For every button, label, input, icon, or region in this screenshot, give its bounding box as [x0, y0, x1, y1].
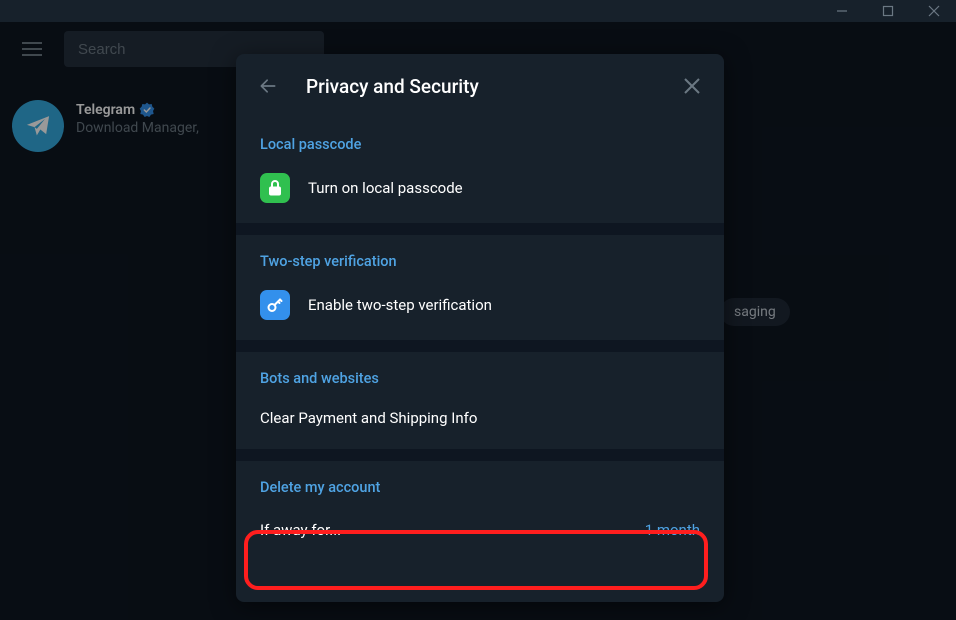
key-icon [260, 290, 290, 320]
row-label: If away for... [260, 521, 645, 539]
row-label: Enable two-step verification [308, 296, 700, 314]
section-title-two-step: Two-step verification [236, 241, 724, 278]
privacy-security-dialog: Privacy and Security Local passcode Turn… [236, 54, 724, 602]
section-two-step: Two-step verification Enable two-step ve… [236, 235, 724, 340]
dialog-body: Local passcode Turn on local passcode Tw… [236, 118, 724, 564]
divider [236, 223, 724, 235]
section-title-local-passcode: Local passcode [236, 124, 724, 161]
divider [236, 449, 724, 461]
window-titlebar [0, 0, 956, 22]
row-if-away-for[interactable]: If away for... 1 month [236, 504, 724, 556]
minimize-button[interactable] [828, 0, 856, 22]
section-bots: Bots and websites Clear Payment and Ship… [236, 352, 724, 449]
back-button[interactable] [252, 70, 284, 102]
row-value: 1 month [645, 521, 700, 539]
section-title-delete: Delete my account [236, 467, 724, 504]
row-enable-two-step[interactable]: Enable two-step verification [236, 278, 724, 332]
close-button[interactable] [676, 70, 708, 102]
row-label: Turn on local passcode [308, 179, 700, 197]
section-title-bots: Bots and websites [236, 358, 724, 395]
divider [236, 340, 724, 352]
dialog-title: Privacy and Security [306, 75, 654, 98]
close-window-button[interactable] [920, 0, 948, 22]
lock-icon [260, 173, 290, 203]
section-local-passcode: Local passcode Turn on local passcode [236, 118, 724, 223]
row-clear-payment[interactable]: Clear Payment and Shipping Info [236, 395, 724, 441]
row-turn-on-passcode[interactable]: Turn on local passcode [236, 161, 724, 215]
dialog-header: Privacy and Security [236, 54, 724, 118]
section-delete-account: Delete my account If away for... 1 month [236, 461, 724, 564]
maximize-button[interactable] [874, 0, 902, 22]
